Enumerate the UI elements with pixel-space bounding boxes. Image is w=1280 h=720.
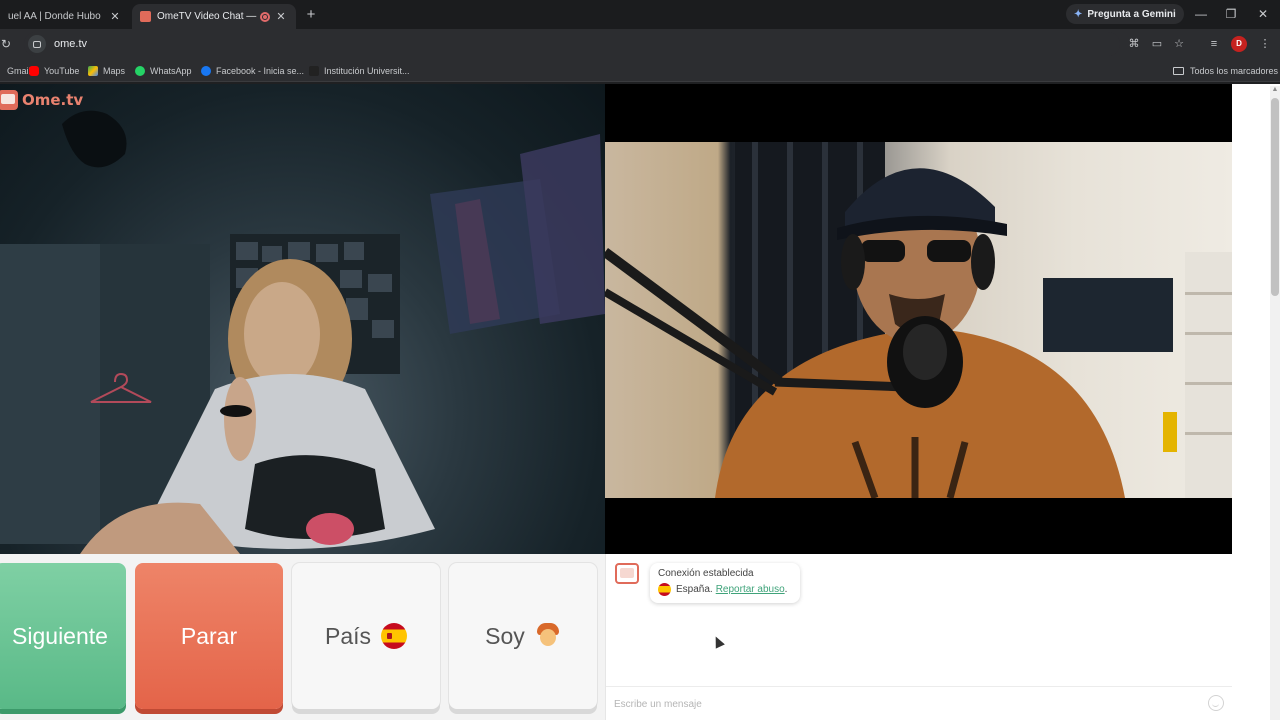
report-abuse-link[interactable]: Reportar abuso bbox=[716, 584, 785, 595]
message-input[interactable] bbox=[614, 695, 1194, 713]
cast-icon[interactable]: ▭ bbox=[1150, 37, 1164, 51]
spain-flag-icon bbox=[381, 623, 408, 649]
tab-ometv[interactable]: OmeTV Video Chat — Ome ✕ bbox=[132, 4, 296, 29]
reading-list-icon[interactable]: ≡ bbox=[1207, 37, 1221, 51]
reload-icon[interactable]: ↻ bbox=[1, 35, 17, 53]
ometv-page: Ome.tv Siguiente Parar País Soy Conexión… bbox=[0, 84, 1232, 720]
all-bookmarks-folder[interactable]: Todos los marcadores bbox=[1173, 63, 1278, 78]
tab-title: uel AA | Donde Hubo Fuego bbox=[8, 11, 104, 22]
gemini-spark-icon: ✦ bbox=[1074, 8, 1083, 20]
ometv-favicon-icon bbox=[140, 11, 151, 22]
mouse-cursor-icon bbox=[711, 634, 725, 649]
translate-icon[interactable]: ⌘ bbox=[1127, 37, 1141, 51]
bookmark-label: WhatsApp bbox=[150, 65, 192, 76]
scroll-up-arrow-icon[interactable]: ▲ bbox=[1271, 86, 1279, 96]
ometv-logo[interactable]: Ome.tv bbox=[0, 90, 83, 110]
tv-logo-icon bbox=[0, 90, 18, 110]
country-button[interactable]: País bbox=[292, 563, 440, 709]
self-video bbox=[605, 84, 1232, 554]
bookmark-label: YouTube bbox=[44, 65, 80, 76]
bookmarks-bar: Gmail YouTube Maps WhatsApp Facebook - I… bbox=[0, 59, 1280, 82]
folder-icon bbox=[1173, 66, 1184, 75]
bookmark-youtube[interactable]: YouTube bbox=[29, 63, 79, 78]
stop-label: Parar bbox=[180, 622, 238, 649]
bookmark-institucion[interactable]: Institución Universit... bbox=[309, 63, 410, 78]
next-label: Siguiente bbox=[12, 622, 108, 649]
report-suffix: . bbox=[784, 584, 788, 595]
bookmark-label: Maps bbox=[103, 65, 126, 76]
minimize-button[interactable]: — bbox=[1184, 4, 1218, 24]
boy-avatar-icon bbox=[535, 623, 561, 649]
browser-toolbar: ↻ ome.tv ⌘ ▭ ☆ ≡ D ⋮ bbox=[0, 29, 1280, 59]
logo-text: Ome.tv bbox=[22, 91, 84, 109]
url-text[interactable]: ome.tv bbox=[54, 38, 87, 50]
chat-panel: Conexión establecida España. Reportar ab… bbox=[605, 554, 1232, 720]
gender-label: Soy bbox=[485, 622, 525, 649]
partner-video-scene bbox=[0, 110, 605, 554]
system-message: Conexión establecida España. Reportar ab… bbox=[650, 563, 800, 603]
tab-bar: uel AA | Donde Hubo Fuego ✕ OmeTV Video … bbox=[0, 0, 1280, 29]
stop-button[interactable]: Parar bbox=[135, 563, 283, 709]
bookmark-label: Facebook - Inicia se... bbox=[216, 65, 305, 76]
bookmark-label: Institución Universit... bbox=[324, 65, 410, 76]
institution-icon bbox=[309, 65, 319, 76]
bookmark-label: Gmail bbox=[7, 65, 31, 76]
all-bookmarks-label: Todos los marcadores bbox=[1190, 65, 1279, 76]
self-camera-frame bbox=[605, 142, 1232, 498]
next-button[interactable]: Siguiente bbox=[0, 563, 126, 709]
bookmark-whatsapp[interactable]: WhatsApp bbox=[135, 63, 192, 78]
menu-kebab-icon[interactable]: ⋮ bbox=[1258, 37, 1272, 51]
gemini-button[interactable]: ✦ Pregunta a Gemini bbox=[1066, 4, 1184, 24]
scrollbar-thumb[interactable] bbox=[1271, 98, 1279, 296]
close-tab-icon[interactable]: ✕ bbox=[108, 10, 122, 23]
self-video-scene bbox=[605, 142, 1232, 498]
bookmark-star-icon[interactable]: ☆ bbox=[1172, 37, 1186, 51]
address-bar[interactable]: ome.tv bbox=[24, 32, 1120, 56]
control-panel: Siguiente Parar País Soy bbox=[0, 554, 605, 720]
gmail-icon bbox=[0, 66, 2, 76]
profile-avatar[interactable]: D bbox=[1231, 36, 1247, 52]
facebook-icon bbox=[201, 65, 211, 76]
whatsapp-icon bbox=[135, 65, 145, 76]
connection-status: Conexión establecida bbox=[658, 568, 754, 579]
close-window-button[interactable]: ✕ bbox=[1246, 4, 1280, 24]
bookmark-gmail[interactable]: Gmail bbox=[0, 63, 31, 78]
message-bar bbox=[606, 686, 1232, 720]
gender-button[interactable]: Soy bbox=[449, 563, 597, 709]
bookmark-facebook[interactable]: Facebook - Inicia se... bbox=[201, 63, 304, 78]
restore-button[interactable]: ❐ bbox=[1214, 4, 1248, 24]
site-info-icon[interactable] bbox=[28, 35, 46, 53]
recording-indicator-icon bbox=[260, 11, 270, 22]
country-label: País bbox=[324, 622, 372, 649]
tab-title: OmeTV Video Chat — Ome bbox=[157, 11, 258, 22]
close-tab-icon[interactable]: ✕ bbox=[274, 10, 288, 23]
gemini-label: Pregunta a Gemini bbox=[1087, 8, 1176, 20]
spain-flag-icon bbox=[658, 583, 671, 596]
bookmark-maps[interactable]: Maps bbox=[88, 63, 125, 78]
tab-donde-hubo-fuego[interactable]: uel AA | Donde Hubo Fuego ✕ bbox=[0, 4, 130, 29]
new-tab-button[interactable]: + bbox=[302, 6, 320, 24]
maps-icon bbox=[88, 65, 98, 76]
emoji-icon[interactable] bbox=[1208, 695, 1224, 711]
ometv-chat-logo-icon bbox=[615, 563, 639, 584]
partner-video: Ome.tv bbox=[0, 84, 605, 554]
partner-country: España. bbox=[676, 584, 713, 595]
youtube-icon bbox=[29, 65, 39, 76]
